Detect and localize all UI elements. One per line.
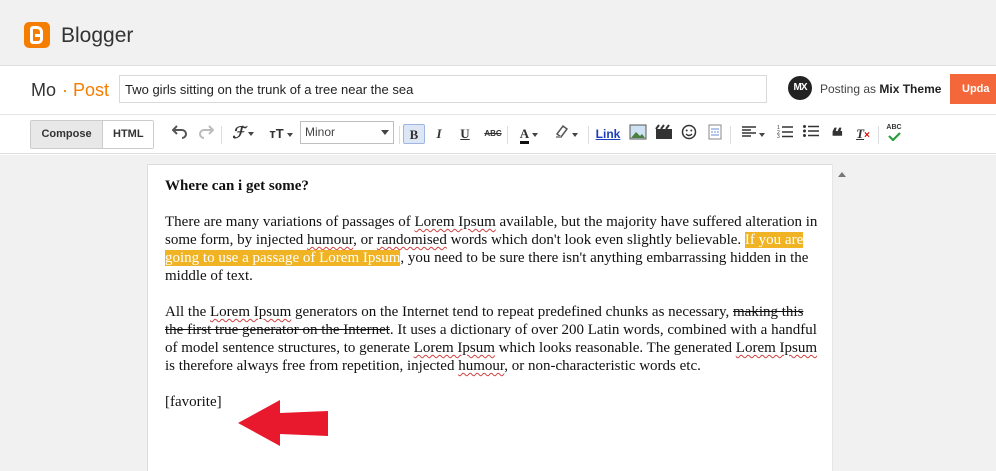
mode-switch: Compose HTML bbox=[30, 120, 154, 149]
bold-button[interactable]: B bbox=[403, 124, 425, 144]
chevron-down-icon bbox=[381, 130, 389, 135]
breadcrumb-separator: · bbox=[62, 80, 68, 100]
paragraph-2: All the Lorem Ipsum generators on the In… bbox=[165, 303, 825, 375]
spellcheck-label: ABC bbox=[886, 124, 902, 131]
editor-toolbar: Compose HTML ℱ тT Minor B I U ABC A Link bbox=[0, 116, 996, 154]
quote-icon[interactable]: ❝ bbox=[828, 124, 846, 149]
content-heading: Where can i get some? bbox=[165, 178, 309, 194]
text-run: is therefore always free from repetition… bbox=[165, 358, 459, 374]
toolbar-divider bbox=[588, 126, 589, 144]
misspelled-word[interactable]: humour bbox=[307, 232, 353, 248]
text-run: which looks reasonable. The generated bbox=[494, 340, 736, 356]
toolbar-divider bbox=[507, 126, 508, 144]
post-content[interactable]: Where can i get some? There are many var… bbox=[165, 177, 825, 429]
paragraph-1: There are many variations of passages of… bbox=[165, 213, 825, 285]
avatar[interactable]: MX bbox=[788, 76, 812, 100]
undo-icon[interactable] bbox=[171, 124, 189, 144]
post-title-input[interactable] bbox=[119, 75, 767, 103]
text-run: , or non-characteristic words etc. bbox=[504, 358, 701, 374]
bulleted-list-icon[interactable] bbox=[802, 124, 820, 144]
blog-name-link[interactable]: Mo bbox=[31, 80, 56, 101]
misspelled-word[interactable]: Lorem Ipsum bbox=[210, 304, 291, 320]
text-run: generators on the Internet tend to repea… bbox=[291, 304, 733, 320]
font-select-value: Minor bbox=[305, 125, 336, 139]
misspelled-word[interactable]: humour bbox=[458, 358, 504, 374]
misspelled-word[interactable]: Lorem Ipsum bbox=[414, 340, 495, 356]
posting-as-prefix: Posting as bbox=[820, 82, 877, 96]
insert-video-icon[interactable] bbox=[654, 124, 674, 144]
text-run: All the bbox=[165, 304, 210, 320]
posting-as-label: Posting as Mix Theme bbox=[820, 82, 941, 96]
scroll-up-icon[interactable] bbox=[838, 172, 846, 177]
breadcrumb-post: Post bbox=[73, 80, 110, 100]
highlight-color-icon[interactable] bbox=[550, 124, 582, 144]
app-name[interactable]: Blogger bbox=[61, 24, 133, 48]
emoji-icon[interactable] bbox=[680, 124, 698, 144]
blogger-logo-icon[interactable] bbox=[24, 22, 50, 48]
remove-formatting-icon[interactable]: T× bbox=[854, 124, 872, 144]
toolbar-divider bbox=[399, 126, 400, 144]
redo-icon[interactable] bbox=[197, 124, 215, 144]
misspelled-word[interactable]: Lorem Ipsum bbox=[415, 214, 496, 230]
text-run: words which don't look even slightly bel… bbox=[446, 232, 745, 248]
update-button[interactable]: Upda bbox=[950, 74, 996, 104]
svg-text:3: 3 bbox=[777, 134, 780, 138]
text-run: , or bbox=[353, 232, 377, 248]
spellcheck-icon[interactable]: ABC bbox=[884, 124, 904, 144]
misspelled-word[interactable]: randomised bbox=[377, 232, 447, 248]
toolbar-divider bbox=[730, 126, 731, 144]
post-title-bar: Mo · Post MX Posting as Mix Theme Upda bbox=[0, 67, 996, 115]
font-size-icon[interactable]: тT bbox=[266, 124, 296, 144]
font-family-icon[interactable]: ℱ bbox=[228, 124, 258, 144]
underline-button[interactable]: U bbox=[456, 124, 474, 144]
font-select[interactable]: Minor bbox=[300, 121, 394, 144]
account-name: Mix Theme bbox=[879, 82, 942, 96]
app-header: Blogger bbox=[0, 0, 996, 66]
text-color-icon[interactable]: A bbox=[513, 124, 545, 144]
html-mode-button[interactable]: HTML bbox=[103, 121, 153, 148]
toolbar-divider bbox=[221, 126, 222, 144]
red-arrow-icon bbox=[238, 400, 328, 446]
editor-scrollbar[interactable] bbox=[832, 164, 850, 471]
jump-break-icon[interactable] bbox=[706, 124, 724, 144]
italic-button[interactable]: I bbox=[430, 124, 448, 144]
text-run: There are many variations of passages of bbox=[165, 214, 415, 230]
strikethrough-button[interactable]: ABC bbox=[481, 124, 505, 144]
alignment-icon[interactable] bbox=[737, 124, 769, 144]
misspelled-word[interactable]: Lorem Ipsum bbox=[736, 340, 817, 356]
numbered-list-icon[interactable]: 123 bbox=[776, 124, 794, 144]
insert-image-icon[interactable] bbox=[628, 124, 648, 144]
toolbar-divider bbox=[878, 126, 879, 144]
compose-mode-button[interactable]: Compose bbox=[31, 121, 103, 148]
link-button[interactable]: Link bbox=[594, 124, 622, 144]
